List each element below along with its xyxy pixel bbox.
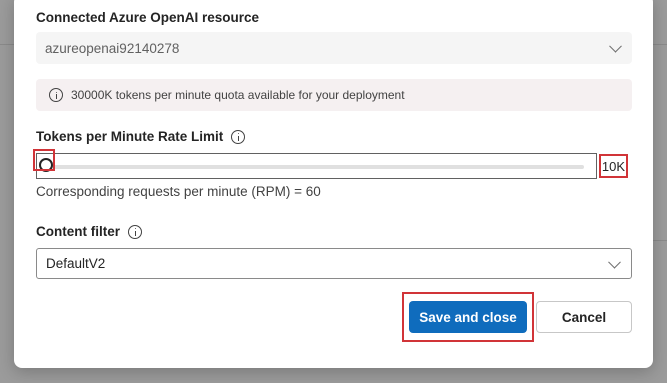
- info-icon: [49, 88, 63, 102]
- content-filter-value: DefaultV2: [46, 256, 106, 271]
- content-filter-label-text: Content filter: [36, 224, 120, 239]
- backdrop-divider: [653, 240, 667, 241]
- content-filter-dropdown[interactable]: DefaultV2: [36, 248, 632, 279]
- info-icon[interactable]: [128, 224, 142, 239]
- backdrop-divider: [653, 44, 667, 45]
- quota-info-text: 30000K tokens per minute quota available…: [71, 88, 405, 102]
- resource-label-text: Connected Azure OpenAI resource: [36, 10, 260, 25]
- rate-limit-slider[interactable]: [36, 153, 597, 179]
- slider-track[interactable]: [45, 165, 584, 169]
- chevron-down-icon: [608, 255, 621, 269]
- resource-label: Connected Azure OpenAI resource: [36, 10, 259, 25]
- resource-dropdown[interactable]: azureopenai92140278: [36, 32, 632, 64]
- save-and-close-button[interactable]: Save and close: [409, 301, 527, 333]
- cancel-button[interactable]: Cancel: [536, 301, 632, 333]
- rate-limit-value: 10K: [599, 154, 628, 178]
- chevron-down-icon: [609, 39, 622, 53]
- quota-info-bar: 30000K tokens per minute quota available…: [36, 79, 632, 111]
- backdrop-divider: [0, 44, 14, 45]
- rate-limit-label: Tokens per Minute Rate Limit: [36, 129, 246, 144]
- rate-limit-value-text: 10K: [601, 158, 626, 174]
- resource-dropdown-value: azureopenai92140278: [45, 40, 180, 56]
- slider-thumb-highlight: [33, 149, 55, 171]
- content-filter-label: Content filter: [36, 224, 142, 239]
- info-icon[interactable]: [231, 129, 246, 144]
- rate-limit-label-text: Tokens per Minute Rate Limit: [36, 129, 224, 144]
- rpm-text: Corresponding requests per minute (RPM) …: [36, 184, 321, 199]
- deployment-dialog: Connected Azure OpenAI resource azureope…: [14, 0, 653, 368]
